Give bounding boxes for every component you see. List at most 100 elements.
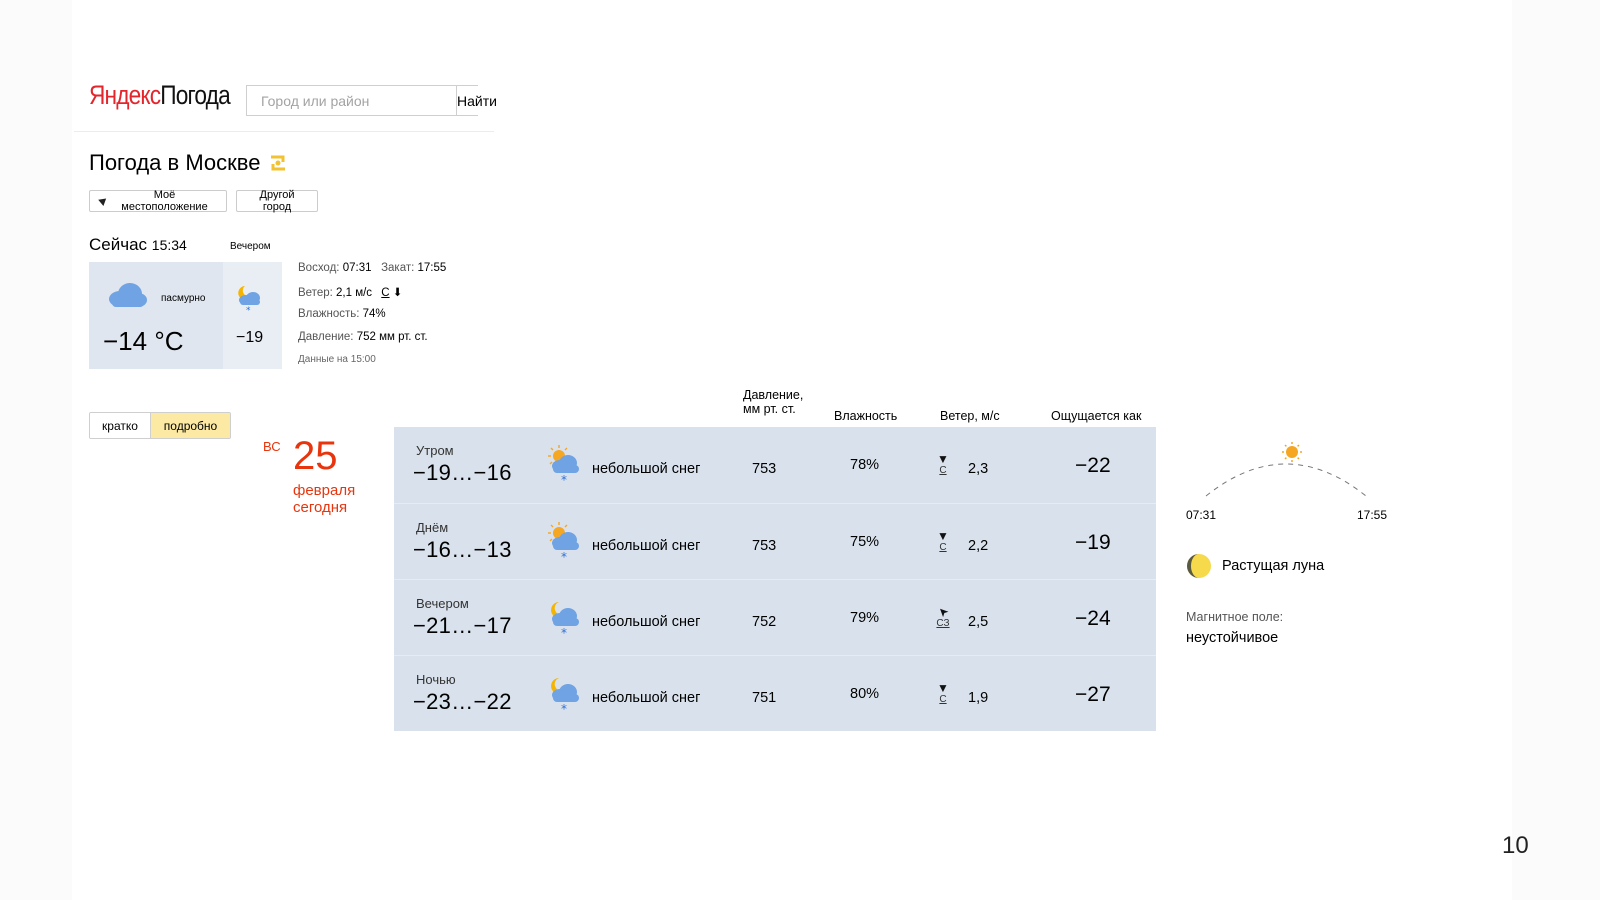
svg-text:*: * xyxy=(561,626,567,638)
toggle-brief[interactable]: кратко xyxy=(90,413,151,438)
now-time: 15:34 xyxy=(151,237,187,253)
sun-cloud-snow-icon: * xyxy=(546,445,582,490)
month-name: февраля xyxy=(293,482,356,499)
pressure: 752 xyxy=(752,614,777,630)
feels-like: −19 xyxy=(1075,531,1111,554)
sun-times-line: Восход: 07:31 Закат: 17:55 xyxy=(298,262,446,285)
current-temperature: −14 °C xyxy=(103,326,184,356)
column-feels-like: Ощущается как xyxy=(1051,409,1142,423)
humidity: 79% xyxy=(850,610,880,626)
feels-like: −22 xyxy=(1075,454,1111,477)
forecast-table: Утром −19…−16 * небольшой снег 753 78% ▼ С 2,3 −2… xyxy=(394,427,1156,731)
wind-arrow-icon: ▼ xyxy=(937,681,949,695)
humidity-line: Влажность: 74% xyxy=(298,308,446,331)
page-title: Погода в Москве xyxy=(89,150,288,176)
month-relative: февраля сегодня xyxy=(293,482,355,516)
moon-cloud-snow-icon: * xyxy=(546,598,582,643)
evening-card: * −19 xyxy=(223,262,282,369)
toggle-detailed[interactable]: подробно xyxy=(151,413,230,438)
logo-service: Погода xyxy=(160,80,230,110)
search-button[interactable]: Найти xyxy=(456,86,497,115)
time-of-day: Утром xyxy=(416,443,454,458)
time-of-day: Ночью xyxy=(416,672,456,687)
pressure: 753 xyxy=(752,461,777,477)
svg-text:*: * xyxy=(561,702,567,714)
refresh-icon[interactable] xyxy=(268,153,288,173)
view-toggle: кратко подробно xyxy=(89,412,231,439)
wind-direction[interactable]: ▼ С xyxy=(936,682,950,705)
sunrise-label: Восход: xyxy=(298,262,340,274)
wind-direction[interactable]: ▼ С xyxy=(936,530,950,553)
data-timestamp: Данные на 15:00 xyxy=(298,354,376,365)
cloud-icon xyxy=(109,283,147,307)
now-heading: Сейчас 15:34 xyxy=(89,235,187,255)
pressure: 753 xyxy=(752,538,777,554)
temperature-range: −16…−13 xyxy=(413,537,512,562)
current-details: Восход: 07:31 Закат: 17:55 Ветер: 2,1 м/… xyxy=(298,262,446,377)
pressure: 751 xyxy=(752,690,777,706)
logo-brand: Яндекс xyxy=(89,80,161,110)
time-of-day: Вечером xyxy=(416,596,469,611)
sunset-label: Закат: xyxy=(381,262,415,274)
now-label: Сейчас xyxy=(89,235,148,254)
wind-arrow-icon: ⬇︎ xyxy=(392,287,403,299)
current-condition: пасмурно xyxy=(161,293,206,304)
moon-cloud-snow-icon: * xyxy=(546,674,582,719)
my-location-label: Моё местоположение xyxy=(121,189,208,213)
wind-speed: 2,5 xyxy=(968,614,989,630)
search-input[interactable] xyxy=(247,86,456,115)
day-number: 25 xyxy=(293,434,338,478)
wind-direction-label: СЗ xyxy=(936,618,950,629)
search-form: Найти xyxy=(246,85,497,116)
evening-heading: Вечером xyxy=(230,241,271,252)
wind-direction-label: С xyxy=(939,542,947,553)
temperature-range: −23…−22 xyxy=(413,689,512,714)
wind-label: Ветер: xyxy=(298,287,333,299)
sun-cloud-snow-icon: * xyxy=(546,522,582,567)
svg-text:*: * xyxy=(246,306,251,314)
wind-speed: 1,9 xyxy=(968,690,989,706)
yandex-weather-logo[interactable]: ЯндексПогода xyxy=(89,80,231,111)
sun-arc xyxy=(1205,442,1367,497)
humidity-value: 74% xyxy=(362,308,386,320)
sun-icon xyxy=(1282,442,1302,462)
wind-direction[interactable]: ▼ С xyxy=(936,453,950,476)
moon-phase: Растущая луна xyxy=(1186,553,1324,579)
pressure-label: Давление: xyxy=(298,331,354,343)
wind-value: 2,1 м/с xyxy=(336,287,373,299)
wind-direction-label: С xyxy=(939,465,947,476)
condition: небольшой снег xyxy=(592,690,701,706)
wind-arrow-icon: ➤ xyxy=(934,603,952,621)
forecast-row: Вечером −21…−17 * небольшой снег 752 79% ➤ СЗ 2,… xyxy=(394,579,1156,655)
temperature-range: −21…−17 xyxy=(413,613,512,638)
moon-phase-label: Растущая луна xyxy=(1222,558,1325,574)
wind-direction[interactable]: ➤ СЗ xyxy=(934,603,952,629)
magnetic-field-label: Магнитное поле: xyxy=(1186,610,1284,624)
other-city-button[interactable]: Другой город xyxy=(236,189,318,213)
wind-direction[interactable]: С xyxy=(381,287,389,299)
location-arrow-icon xyxy=(96,196,107,206)
day-of-week: ВС xyxy=(263,439,281,454)
column-pressure-line2: мм рт. ст. xyxy=(743,402,796,416)
moon-phase-icon xyxy=(1187,554,1211,578)
wind-direction-label: С xyxy=(939,694,947,705)
relative-day: сегодня xyxy=(293,499,348,516)
my-location-button[interactable]: Моё местоположение xyxy=(89,189,227,213)
evening-temperature: −19 xyxy=(236,329,264,346)
sunrise-time: 07:31 xyxy=(1186,508,1217,522)
pressure-line: Давление: 752 мм рт. ст. xyxy=(298,331,446,354)
other-city-label: Другой город xyxy=(259,189,295,213)
magnetic-field-value: неустойчивое xyxy=(1186,630,1279,646)
wind-arrow-icon: ▼ xyxy=(937,529,949,543)
slide-page-number: 10 xyxy=(1502,832,1529,859)
feels-like: −27 xyxy=(1075,683,1111,706)
condition: небольшой снег xyxy=(592,538,701,554)
wind-line: Ветер: 2,1 м/с С ⬇︎ xyxy=(298,285,446,308)
sunrise-value: 07:31 xyxy=(342,262,372,274)
forecast-row: Утром −19…−16 * небольшой снег 753 78% ▼ С 2,3 −2… xyxy=(394,427,1156,503)
humidity: 75% xyxy=(850,534,880,550)
page-title-text: Погода в Москве xyxy=(89,150,261,175)
column-pressure: Давление, мм рт. ст. xyxy=(743,388,803,416)
forecast-row: Ночью −23…−22 * небольшой снег 751 80% ▼ С 1,9 −2… xyxy=(394,655,1156,731)
feels-like: −24 xyxy=(1075,607,1111,630)
